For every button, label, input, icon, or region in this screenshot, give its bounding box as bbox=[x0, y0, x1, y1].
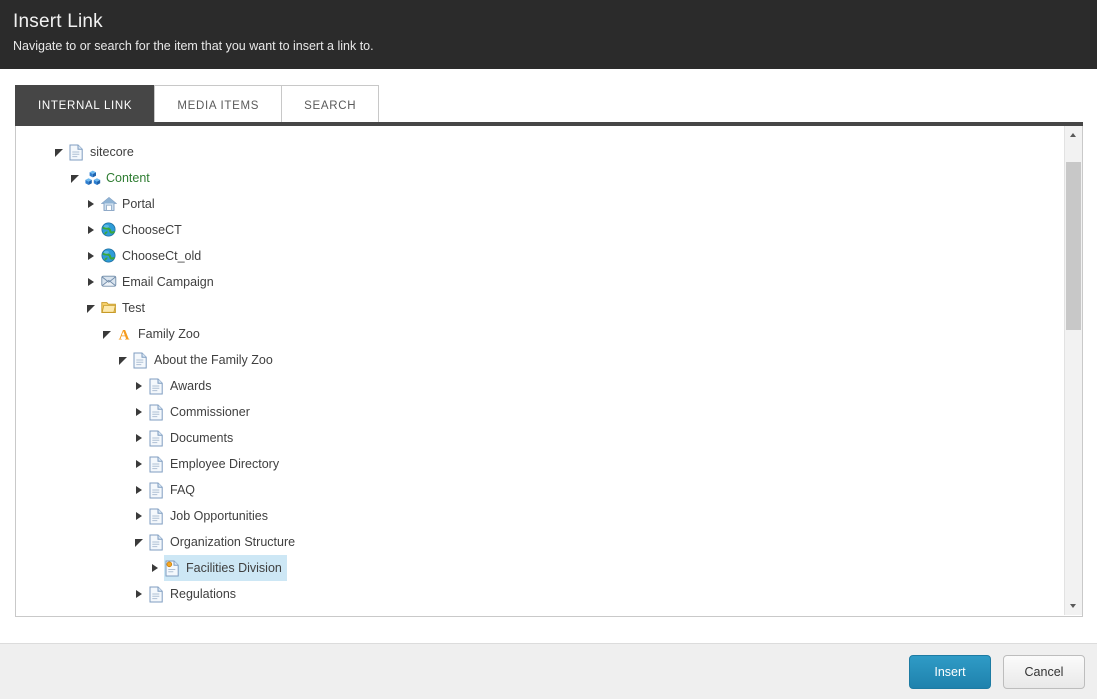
document-icon bbox=[148, 529, 168, 555]
globe-icon bbox=[100, 243, 120, 269]
expand-arrow-icon[interactable] bbox=[132, 373, 148, 399]
expand-arrow-icon[interactable] bbox=[132, 477, 148, 503]
tree-node-label[interactable]: Organization Structure bbox=[168, 529, 300, 555]
home-icon bbox=[100, 191, 120, 217]
page-subtitle: Navigate to or search for the item that … bbox=[13, 39, 374, 53]
scroll-down-icon[interactable] bbox=[1065, 597, 1082, 615]
tree-node-label[interactable]: Email Campaign bbox=[120, 269, 219, 295]
tree-node[interactable]: Facilities Division bbox=[16, 555, 1062, 581]
expand-arrow-icon[interactable] bbox=[84, 217, 100, 243]
tree-root: sitecoreContentPortalChooseCTChooseCt_ol… bbox=[16, 126, 1062, 607]
collapse-arrow-icon[interactable] bbox=[132, 529, 148, 555]
tree-node-label[interactable]: Portal bbox=[120, 191, 160, 217]
tab-media-items[interactable]: MEDIA ITEMS bbox=[154, 85, 282, 125]
tree-node[interactable]: Portal bbox=[16, 191, 1062, 217]
tree-node-label[interactable]: ChooseCT bbox=[120, 217, 187, 243]
document-icon bbox=[132, 347, 152, 373]
document-icon bbox=[148, 503, 168, 529]
expand-arrow-icon[interactable] bbox=[132, 451, 148, 477]
tree-node[interactable]: Test bbox=[16, 295, 1062, 321]
collapse-arrow-icon[interactable] bbox=[84, 295, 100, 321]
cancel-button[interactable]: Cancel bbox=[1003, 655, 1085, 689]
tree-node[interactable]: A Family Zoo bbox=[16, 321, 1062, 347]
tree-node[interactable]: sitecore bbox=[16, 139, 1062, 165]
tree-node-label[interactable]: Commissioner bbox=[168, 399, 255, 425]
tree-node[interactable]: Commissioner bbox=[16, 399, 1062, 425]
document-icon bbox=[148, 581, 168, 607]
tree-scrollbar[interactable] bbox=[1064, 126, 1082, 615]
collapse-arrow-icon[interactable] bbox=[52, 139, 68, 165]
expand-arrow-icon[interactable] bbox=[132, 425, 148, 451]
tree-node-label[interactable]: Job Opportunities bbox=[168, 503, 273, 529]
document-icon bbox=[148, 477, 168, 503]
collapse-arrow-icon[interactable] bbox=[100, 321, 116, 347]
document-icon bbox=[148, 373, 168, 399]
tree-node[interactable]: Email Campaign bbox=[16, 269, 1062, 295]
tree-node[interactable]: Employee Directory bbox=[16, 451, 1062, 477]
tree-node-label[interactable]: sitecore bbox=[88, 139, 139, 165]
tree-node[interactable]: FAQ bbox=[16, 477, 1062, 503]
insert-button[interactable]: Insert bbox=[909, 655, 991, 689]
tab-bar: INTERNAL LINKMEDIA ITEMSSEARCH bbox=[15, 85, 1083, 125]
tree-node[interactable]: Awards bbox=[16, 373, 1062, 399]
page-title: Insert Link bbox=[13, 11, 103, 33]
tree-node-label[interactable]: Facilities Division bbox=[184, 555, 287, 581]
tree-node-label[interactable]: FAQ bbox=[168, 477, 200, 503]
scroll-up-icon[interactable] bbox=[1065, 126, 1082, 144]
dialog-footer: Insert Cancel bbox=[0, 643, 1097, 699]
tree-panel: sitecoreContentPortalChooseCTChooseCt_ol… bbox=[15, 126, 1083, 617]
expand-arrow-icon[interactable] bbox=[132, 503, 148, 529]
envelope-icon bbox=[100, 269, 120, 295]
document-marked-icon bbox=[164, 555, 184, 581]
tree-node-label[interactable]: Family Zoo bbox=[136, 321, 205, 347]
tree-node-label[interactable]: Awards bbox=[168, 373, 216, 399]
svg-text:A: A bbox=[119, 328, 130, 343]
document-icon bbox=[68, 139, 88, 165]
tree-viewport: sitecoreContentPortalChooseCTChooseCt_ol… bbox=[16, 126, 1062, 615]
tree-node[interactable]: Content bbox=[16, 165, 1062, 191]
collapse-arrow-icon[interactable] bbox=[116, 347, 132, 373]
tree-node[interactable]: Regulations bbox=[16, 581, 1062, 607]
tree-node[interactable]: Job Opportunities bbox=[16, 503, 1062, 529]
tree-node-label[interactable]: Test bbox=[120, 295, 150, 321]
letter-a-icon: A bbox=[116, 321, 136, 347]
expand-arrow-icon[interactable] bbox=[84, 191, 100, 217]
document-icon bbox=[148, 451, 168, 477]
expand-arrow-icon[interactable] bbox=[84, 243, 100, 269]
tree-node-label[interactable]: About the Family Zoo bbox=[152, 347, 278, 373]
expand-arrow-icon[interactable] bbox=[84, 269, 100, 295]
dialog-header: Insert Link Navigate to or search for th… bbox=[0, 0, 1097, 69]
tree-node-label[interactable]: ChooseCt_old bbox=[120, 243, 206, 269]
tree-node[interactable]: ChooseCT bbox=[16, 217, 1062, 243]
tree-node-label[interactable]: Content bbox=[104, 165, 155, 191]
tree-node[interactable]: ChooseCt_old bbox=[16, 243, 1062, 269]
globe-icon bbox=[100, 217, 120, 243]
scrollbar-thumb[interactable] bbox=[1066, 162, 1081, 330]
collapse-arrow-icon[interactable] bbox=[68, 165, 84, 191]
document-icon bbox=[148, 425, 168, 451]
expand-arrow-icon[interactable] bbox=[148, 555, 164, 581]
content-cubes-icon bbox=[84, 165, 104, 191]
tab-search[interactable]: SEARCH bbox=[281, 85, 379, 125]
tree-node[interactable]: About the Family Zoo bbox=[16, 347, 1062, 373]
tab-internal-link[interactable]: INTERNAL LINK bbox=[15, 85, 155, 125]
expand-arrow-icon[interactable] bbox=[132, 399, 148, 425]
tree-node-label[interactable]: Documents bbox=[168, 425, 238, 451]
tree-node-label[interactable]: Regulations bbox=[168, 581, 241, 607]
tree-node-label[interactable]: Employee Directory bbox=[168, 451, 284, 477]
expand-arrow-icon[interactable] bbox=[132, 581, 148, 607]
tree-node[interactable]: Documents bbox=[16, 425, 1062, 451]
document-icon bbox=[148, 399, 168, 425]
tree-node[interactable]: Organization Structure bbox=[16, 529, 1062, 555]
folder-icon bbox=[100, 295, 120, 321]
